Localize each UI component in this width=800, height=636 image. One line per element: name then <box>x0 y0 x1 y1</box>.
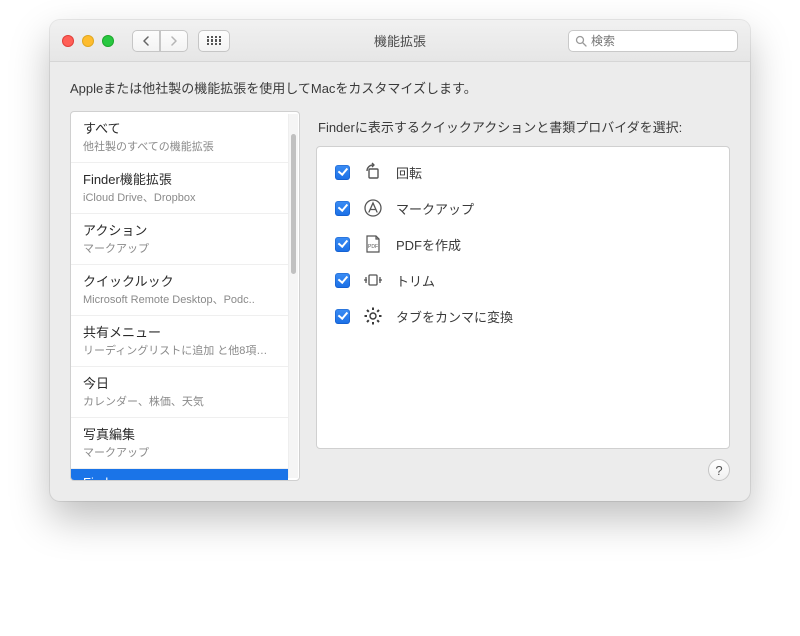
sidebar-item-desc: マークアップ <box>83 444 276 460</box>
action-label: タブをカンマに変換 <box>396 307 513 326</box>
sidebar-item-desc: リーディングリストに追加 と他8項目... <box>83 342 276 358</box>
body: Appleまたは他社製の機能拡張を使用してMacをカスタマイズします。 すべて … <box>50 62 750 501</box>
sidebar-item-finder[interactable]: Finder クイックアクションとプレビューパネル <box>71 469 288 480</box>
action-label: トリム <box>396 271 435 290</box>
sidebar-item-label: Finder <box>83 475 276 480</box>
sidebar-scrollbar[interactable] <box>288 114 298 478</box>
checkbox-rotate[interactable] <box>335 165 350 180</box>
preferences-window: 機能拡張 Appleまたは他社製の機能拡張を使用してMacをカスタマイズします。… <box>50 20 750 501</box>
titlebar: 機能拡張 <box>50 20 750 62</box>
sidebar-item-desc: 他社製のすべての機能拡張 <box>83 138 276 154</box>
sidebar-item-desc: カレンダー、株価、天気 <box>83 393 276 409</box>
help-button[interactable]: ? <box>708 459 730 481</box>
nav-group <box>132 30 188 52</box>
search-field[interactable] <box>568 30 738 52</box>
zoom-window-button[interactable] <box>102 35 114 47</box>
grid-icon <box>207 36 221 46</box>
action-label: マークアップ <box>396 199 474 218</box>
checkbox-trim[interactable] <box>335 273 350 288</box>
sidebar-item-actions[interactable]: アクション マークアップ <box>71 214 288 265</box>
search-icon <box>575 35 587 47</box>
window-title: 機能拡張 <box>374 31 426 50</box>
checkbox-tab-comma[interactable] <box>335 309 350 324</box>
sidebar-item-all[interactable]: すべて 他社製のすべての機能拡張 <box>71 112 288 163</box>
sidebar-item-share[interactable]: 共有メニュー リーディングリストに追加 と他8項目... <box>71 316 288 367</box>
sidebar-item-desc: Microsoft Remote Desktop、Podc.. <box>83 291 276 307</box>
checkbox-pdf[interactable] <box>335 237 350 252</box>
markup-icon <box>362 197 384 219</box>
forward-button[interactable] <box>160 30 188 52</box>
sidebar-item-label: 写真編集 <box>83 424 276 443</box>
detail-section: Finderに表示するクイックアクションと書類プロバイダを選択: 回転 <box>316 111 730 481</box>
scrollbar-thumb[interactable] <box>291 134 296 274</box>
trim-icon <box>362 269 384 291</box>
sidebar-item-today[interactable]: 今日 カレンダー、株価、天気 <box>71 367 288 418</box>
action-label: PDFを作成 <box>396 235 461 254</box>
search-input[interactable] <box>591 34 731 48</box>
sidebar-item-desc: iCloud Drive、Dropbox <box>83 189 276 205</box>
sidebar-item-label: Finder機能拡張 <box>83 169 276 188</box>
sidebar-item-label: アクション <box>83 220 276 239</box>
page-subtitle: Appleまたは他社製の機能拡張を使用してMacをカスタマイズします。 <box>70 78 730 97</box>
action-row-pdf: PDF PDFを作成 <box>335 233 711 255</box>
sidebar-item-finder-ext[interactable]: Finder機能拡張 iCloud Drive、Dropbox <box>71 163 288 214</box>
sidebar-item-label: すべて <box>83 118 276 137</box>
gear-icon <box>362 305 384 327</box>
sidebar-item-label: クイックルック <box>83 271 276 290</box>
close-window-button[interactable] <box>62 35 74 47</box>
sidebar-item-photo-edit[interactable]: 写真編集 マークアップ <box>71 418 288 469</box>
action-row-rotate: 回転 <box>335 161 711 183</box>
sidebar-item-label: 共有メニュー <box>83 322 276 341</box>
action-row-markup: マークアップ <box>335 197 711 219</box>
detail-title: Finderに表示するクイックアクションと書類プロバイダを選択: <box>318 117 730 136</box>
sidebar-panel: すべて 他社製のすべての機能拡張 Finder機能拡張 iCloud Drive… <box>70 111 300 481</box>
checkbox-markup[interactable] <box>335 201 350 216</box>
pdf-icon: PDF <box>362 233 384 255</box>
sidebar-list[interactable]: すべて 他社製のすべての機能拡張 Finder機能拡張 iCloud Drive… <box>71 112 299 480</box>
sidebar-item-quicklook[interactable]: クイックルック Microsoft Remote Desktop、Podc.. <box>71 265 288 316</box>
show-all-button[interactable] <box>198 30 230 52</box>
panels: すべて 他社製のすべての機能拡張 Finder機能拡張 iCloud Drive… <box>70 111 730 481</box>
detail-panel: 回転 マークアップ <box>316 146 730 449</box>
back-button[interactable] <box>132 30 160 52</box>
svg-text:PDF: PDF <box>368 244 378 250</box>
action-row-trim: トリム <box>335 269 711 291</box>
window-controls <box>62 35 114 47</box>
rotate-icon <box>362 161 384 183</box>
sidebar-item-label: 今日 <box>83 373 276 392</box>
sidebar-item-desc: マークアップ <box>83 240 276 256</box>
action-row-tab-comma: タブをカンマに変換 <box>335 305 711 327</box>
action-label: 回転 <box>396 163 422 182</box>
minimize-window-button[interactable] <box>82 35 94 47</box>
